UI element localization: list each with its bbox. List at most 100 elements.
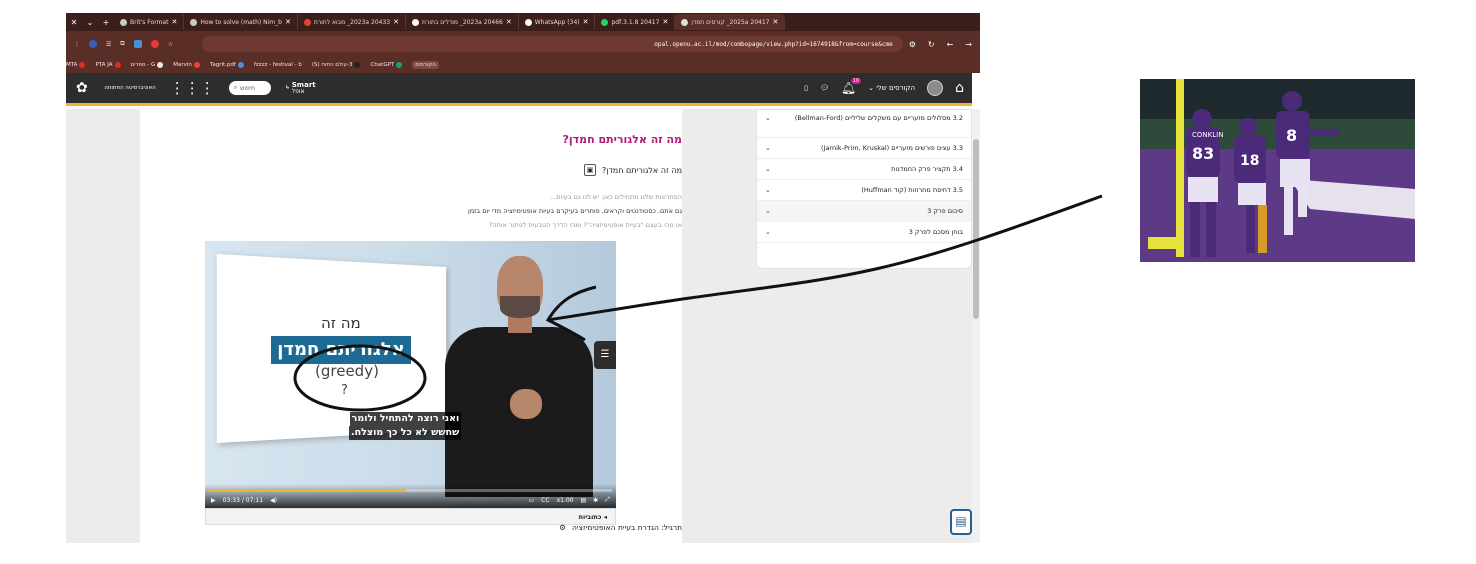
bookmark-label: הקורסים (415, 62, 436, 68)
cast-icon[interactable]: ▭ (529, 497, 535, 504)
captions-toggle[interactable]: ◂ כתוביות (205, 508, 616, 525)
extension-icon[interactable]: ⧉ (120, 40, 124, 48)
nav-item[interactable]: 3.4 תקציר פרק החמדנות ⌄ (757, 159, 971, 180)
university-logo[interactable]: האוניברסיטה הפתוחה (102, 85, 156, 91)
time-current: 03:33 (222, 496, 240, 504)
video-subtitles: ואני רוצה להתחיל ולומר שחשש לא כל כך מוצ… (349, 412, 462, 440)
notes-icon[interactable]: ▤ (950, 509, 972, 535)
exercise-link[interactable]: תרגיל: הגדרת בעיית האופטימיזציה ⚙ (559, 523, 682, 532)
nav-item[interactable]: 3.2 מסלולים מזעריים עם משקלים שליליים (B… (757, 110, 971, 138)
chevron-down-icon[interactable]: ⌄ (765, 144, 771, 152)
forward-icon[interactable]: ← (947, 40, 954, 49)
nav-item[interactable]: סיכום פרק 3 ⌄ (757, 201, 971, 222)
tab-favicon-icon (190, 18, 198, 26)
video-player[interactable]: מה זה אלגוריתם חמדן (greedy) ? ואני רוצה… (205, 241, 616, 508)
bookmark[interactable]: G - ספרים (131, 62, 164, 68)
chevron-down-icon[interactable]: ⌄ (82, 18, 98, 27)
search-input[interactable]: ⌕ חיפוש (228, 81, 271, 95)
bookmark[interactable]: 3-עולם ניתוח (S) (312, 62, 361, 68)
chevron-down-icon[interactable]: ⌄ (765, 114, 771, 123)
video-section-icon: ▣ (584, 164, 597, 176)
tab-favicon-icon (524, 18, 532, 26)
site-settings-icon[interactable]: ⚙ (909, 40, 916, 49)
chat-bubble-icon[interactable]: 💬︎ (820, 84, 829, 92)
nav-item[interactable]: 3.3 עצים פורשים מזעריים (Jarnik-Prim, Kr… (757, 138, 971, 159)
volume-icon[interactable]: ◀) (270, 497, 277, 504)
university-logo-icon[interactable]: ✿ (76, 80, 88, 96)
my-courses-menu[interactable]: הקורסים שלי ⌄ (868, 84, 915, 92)
search-icon: ⌕ (233, 84, 238, 91)
close-window-icon[interactable]: ✕ (66, 18, 82, 27)
bookmark[interactable]: Tagrit.pdf (210, 62, 244, 68)
smart-sub: אופל (291, 87, 305, 95)
tab-title: Brit's Format (130, 18, 169, 26)
nav-item[interactable]: 3.5 דחיסת מחרוזות (קוד Huffman) ⌄ (757, 180, 971, 201)
scrollbar-thumb[interactable] (973, 139, 979, 319)
chevron-down-icon[interactable]: ⌄ (765, 228, 771, 236)
bookmark[interactable]: PTA JA (95, 62, 121, 68)
browser-tab-active[interactable]: ✕ 20417 2025a_ קורסים חמדן (675, 14, 786, 30)
new-tab-icon[interactable]: + (98, 18, 114, 27)
smart-opal-link[interactable]: ↳ Smart אופל (285, 81, 316, 95)
bookmark[interactable]: fzzzz - festival - b (254, 62, 302, 68)
extension-icon[interactable] (150, 40, 159, 48)
captions-toggle-icon[interactable]: CC (541, 497, 549, 504)
browser-tab[interactable]: ✕ 20433 2023a_ מבוא לתורת (298, 14, 406, 30)
profile-icon[interactable] (89, 40, 97, 48)
bookmark-icon[interactable]: ▯ (804, 84, 808, 92)
extension-icon[interactable] (133, 40, 142, 48)
video-progress-bar[interactable] (209, 489, 612, 492)
browser-tab[interactable]: ✕ 20417 3.1.8.pdf (595, 14, 676, 30)
browser-tab[interactable]: ✕ (34) WhatsApp (519, 14, 596, 30)
bookmark-icon (354, 62, 361, 68)
fullscreen-icon[interactable]: ⤢ (605, 496, 610, 504)
chevron-down-icon[interactable]: ⌄ (765, 165, 771, 173)
browser-tab[interactable]: ✕ How to solve (math) Nim_b (184, 14, 298, 30)
tab-favicon-icon (411, 18, 419, 26)
subtitles-icon[interactable]: ▤ (580, 497, 586, 504)
settings-icon[interactable]: ✱ (593, 497, 598, 504)
bookmark-label: fzzzz - festival - b (253, 62, 302, 68)
tab-favicon-icon (120, 18, 127, 26)
reading-list-icon[interactable]: ☰ (106, 41, 111, 48)
bookmarks-bar: הקורסים ChatGPT 3-עולם ניתוח (S) fzzzz -… (66, 57, 980, 73)
chevron-down-icon[interactable]: ⌄ (765, 186, 771, 194)
page-scrollbar[interactable] (972, 109, 980, 543)
star-icon[interactable]: ☆ (168, 41, 173, 48)
lecturer-beard (500, 296, 540, 318)
bookmark-label: ChatGPT (370, 62, 395, 68)
apps-grid-icon[interactable]: ⋮⋮⋮ (170, 79, 215, 97)
bookmark[interactable]: MTA (66, 62, 86, 68)
playback-speed[interactable]: x1.00 (557, 497, 574, 504)
paragraph-line: הפתרונות שלנו מתחילים כאן. יש לנו גם בעי… (550, 193, 682, 201)
nav-item-label: בוחן מסכם לפרק 3 (908, 228, 963, 236)
nav-item[interactable]: בוחן מסכם לפרק 3 ⌄ (757, 222, 971, 243)
tab-title: 20433 2023a_ מבוא לתורת (313, 18, 391, 26)
video-slide-question: ? (341, 383, 348, 398)
paragraph-line: גם אתם. כסטודנטים וקראים, פותרים בעיקרם … (467, 207, 682, 215)
browser-tab[interactable]: ✕ Brit's Format (114, 14, 185, 30)
bookmark[interactable]: ChatGPT (370, 62, 403, 68)
play-icon[interactable]: ▶ (211, 497, 216, 504)
whatsapp-icon (601, 18, 609, 26)
bookmark[interactable]: הקורסים (412, 61, 439, 69)
menu-icon[interactable]: ⋮ (74, 41, 80, 48)
main-content: מה זה אלגוריתם חמדן? מה זה אלגוריתם חמדן… (140, 109, 682, 543)
nav-item-label: 3.3 עצים פורשים מזעריים (Jarnik-Prim, Kr… (820, 144, 963, 152)
course-nav-panel: 3.2 מסלולים מזעריים עם משקלים שליליים (B… (756, 109, 972, 269)
home-icon[interactable]: ⌂ (955, 80, 964, 96)
browser-tab[interactable]: ✕ 20466 2023a_ מודלים בתורת (406, 14, 519, 30)
exercise-icon: ⚙ (559, 523, 566, 532)
chevron-down-icon[interactable]: ⌄ (765, 207, 771, 215)
tab-title: 20466 2023a_ מודלים בתורת (421, 18, 503, 26)
bookmark[interactable]: Marvin (173, 62, 200, 68)
bell-icon[interactable]: 🔔︎ 10 (841, 78, 862, 95)
subtitle-line: שחשש לא כל כך מוצלח. (349, 426, 462, 440)
reload-icon[interactable]: ↻ (928, 40, 935, 49)
video-chat-button[interactable]: ☰ (594, 341, 616, 369)
tab-favicon-icon (303, 18, 311, 26)
url-input[interactable]: opal.openu.ac.il/mod/combopage/view.php?… (202, 36, 903, 52)
video-controls: ▶ 03:33 / 07:11 ◀) ▭ CC x1.00 ▤ ✱ ⤢ (205, 484, 616, 508)
avatar[interactable] (927, 80, 944, 96)
back-icon[interactable]: → (965, 40, 972, 49)
